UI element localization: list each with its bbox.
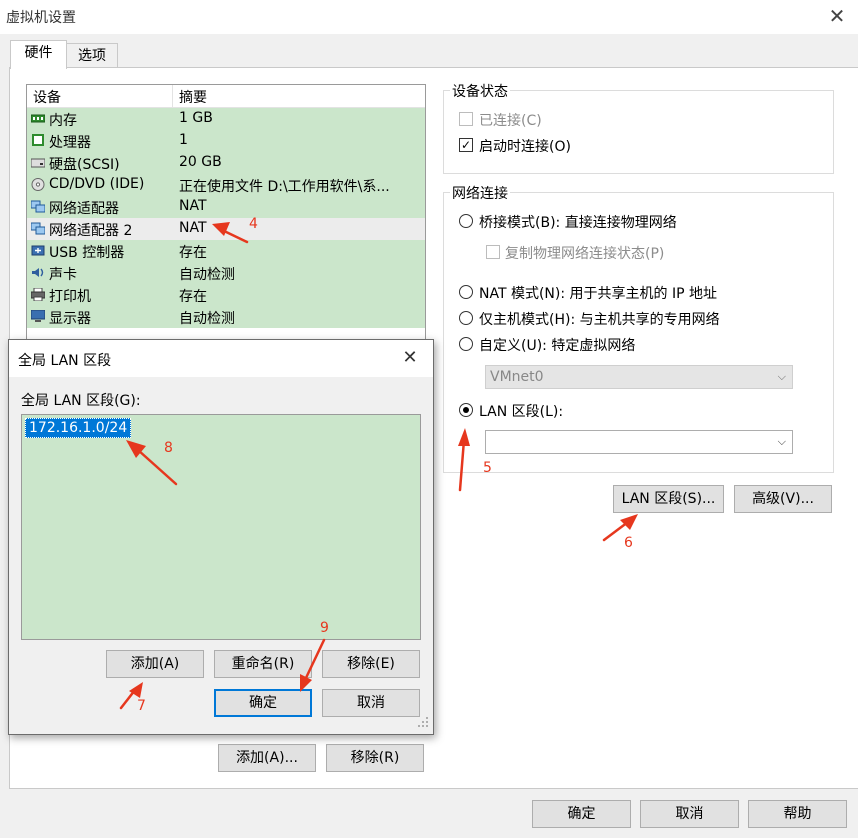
device-row-usb[interactable]: USB 控制器 存在 (27, 240, 425, 262)
device-name: 显示器 (49, 311, 91, 327)
close-icon[interactable]: ✕ (826, 4, 848, 28)
annotation-label-7: 7 (137, 698, 146, 714)
connect-at-power-on-checkbox[interactable]: ✓ (459, 138, 473, 152)
device-summary: 20 GB (179, 154, 222, 170)
replicate-state-checkbox[interactable] (486, 245, 500, 259)
device-status-title: 设备状态 (450, 81, 510, 101)
device-summary: 1 GB (179, 110, 213, 126)
device-row-sound-card[interactable]: 声卡 自动检测 (27, 262, 425, 284)
device-row-cd-dvd[interactable]: CD/DVD (IDE) 正在使用文件 D:\工作用软件\系... (27, 174, 425, 196)
custom-network-select[interactable]: VMnet0 ⌵ (485, 365, 793, 389)
connected-checkbox[interactable] (459, 112, 473, 126)
remove-device-button[interactable]: 移除(R) (326, 744, 424, 772)
memory-icon (31, 114, 45, 123)
annotation-label-8: 8 (164, 440, 173, 456)
dialog-cancel-button[interactable]: 取消 (322, 689, 420, 717)
dialog-add-button[interactable]: 添加(A) (106, 650, 204, 678)
hard-disk-icon (31, 158, 45, 168)
usb-icon (31, 245, 45, 256)
device-summary: 存在 (179, 245, 207, 261)
device-summary: 1 (179, 132, 188, 148)
lan-segment-radio[interactable] (459, 403, 473, 417)
device-name: 处理器 (49, 135, 91, 151)
ok-button[interactable]: 确定 (532, 800, 631, 828)
column-device[interactable]: 设备 (33, 87, 61, 107)
dialog-close-icon[interactable]: ✕ (399, 346, 421, 370)
device-summary: 正在使用文件 D:\工作用软件\系... (179, 179, 390, 195)
title-bar: 虚拟机设置 ✕ (0, 0, 858, 34)
lan-segments-button[interactable]: LAN 区段(S)... (613, 485, 724, 513)
sound-card-icon (32, 268, 44, 277)
custom-radio[interactable] (459, 337, 473, 351)
device-row-hard-disk[interactable]: 硬盘(SCSI) 20 GB (27, 152, 425, 174)
device-name: CD/DVD (IDE) (49, 176, 145, 192)
annotation-label-9: 9 (320, 620, 329, 636)
lan-segment-label: LAN 区段(L): (479, 404, 564, 420)
device-row-network-adapter-2[interactable]: 网络适配器 2 NAT (27, 218, 425, 240)
nat-radio[interactable] (459, 285, 473, 299)
device-name: 网络适配器 2 (49, 223, 133, 239)
device-status-group (443, 90, 834, 174)
advanced-button[interactable]: 高级(V)... (734, 485, 832, 513)
tab-options[interactable]: 选项 (66, 43, 118, 69)
custom-network-value: VMnet0 (490, 369, 544, 385)
resize-grip-icon[interactable] (417, 716, 429, 728)
segments-list[interactable]: 172.16.1.0/24 (21, 414, 421, 640)
host-only-label: 仅主机模式(H): 与主机共享的专用网络 (479, 312, 720, 328)
custom-label: 自定义(U): 特定虚拟网络 (479, 338, 636, 354)
device-summary: NAT (179, 198, 207, 214)
segment-item[interactable]: 172.16.1.0/24 (25, 418, 132, 438)
tab-hardware[interactable]: 硬件 (10, 40, 67, 69)
host-only-radio[interactable] (459, 311, 473, 325)
device-summary: NAT (179, 220, 207, 236)
connect-at-power-on-label: 启动时连接(O) (479, 139, 571, 155)
annotation-label-4: 4 (249, 216, 258, 232)
chevron-down-icon: ⌵ (777, 435, 786, 448)
device-summary: 自动检测 (179, 267, 235, 283)
device-name: 网络适配器 (49, 201, 119, 217)
device-summary: 自动检测 (179, 311, 235, 327)
add-device-button[interactable]: 添加(A)... (218, 744, 316, 772)
dialog-ok-button[interactable]: 确定 (214, 689, 312, 717)
device-name: 硬盘(SCSI) (49, 157, 120, 173)
annotation-label-5: 5 (483, 460, 492, 476)
device-summary: 存在 (179, 289, 207, 305)
processor-icon (32, 134, 44, 146)
network-connection-title: 网络连接 (450, 183, 510, 203)
cd-dvd-icon (31, 178, 45, 191)
cancel-button[interactable]: 取消 (640, 800, 739, 828)
device-list-header: 设备 摘要 (27, 85, 425, 108)
replicate-state-label: 复制物理网络连接状态(P) (505, 246, 665, 262)
lan-segment-select[interactable]: ⌵ (485, 430, 793, 454)
device-row-display[interactable]: 显示器 自动检测 (27, 306, 425, 328)
dialog-remove-button[interactable]: 移除(E) (322, 650, 420, 678)
column-separator[interactable] (172, 85, 173, 107)
segments-list-label: 全局 LAN 区段(G): (21, 393, 141, 409)
global-lan-segments-dialog: 全局 LAN 区段 ✕ 全局 LAN 区段(G): 172.16.1.0/24 … (8, 339, 434, 735)
device-name: 内存 (49, 113, 77, 129)
network-adapter-icon (31, 200, 45, 213)
annotation-label-6: 6 (624, 535, 633, 551)
device-name: 声卡 (49, 267, 77, 283)
device-name: USB 控制器 (49, 245, 125, 261)
device-row-printer[interactable]: 打印机 存在 (27, 284, 425, 306)
dialog-title: 全局 LAN 区段 (18, 353, 112, 369)
connected-label: 已连接(C) (479, 113, 542, 129)
network-adapter-icon (31, 222, 45, 235)
device-name: 打印机 (49, 289, 91, 305)
device-row-processor[interactable]: 处理器 1 (27, 130, 425, 152)
help-button[interactable]: 帮助 (748, 800, 847, 828)
display-icon (31, 310, 45, 322)
device-row-network-adapter[interactable]: 网络适配器 NAT (27, 196, 425, 218)
bridged-radio[interactable] (459, 214, 473, 228)
device-row-memory[interactable]: 内存 1 GB (27, 108, 425, 130)
bridged-label: 桥接模式(B): 直接连接物理网络 (479, 215, 677, 231)
column-summary[interactable]: 摘要 (179, 87, 207, 107)
chevron-down-icon: ⌵ (777, 370, 786, 383)
dialog-title-bar: 全局 LAN 区段 ✕ (9, 340, 433, 377)
nat-label: NAT 模式(N): 用于共享主机的 IP 地址 (479, 286, 717, 302)
dialog-rename-button[interactable]: 重命名(R) (214, 650, 312, 678)
window-title: 虚拟机设置 (6, 10, 76, 26)
printer-icon (31, 288, 45, 301)
